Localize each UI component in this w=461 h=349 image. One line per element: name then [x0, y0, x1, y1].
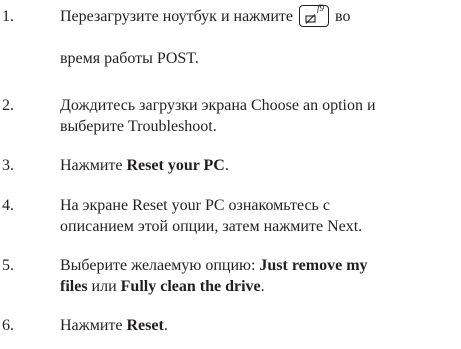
step-number: 1. [2, 8, 14, 25]
step-number: 4. [2, 197, 14, 214]
hard-drive-recovery-icon [305, 13, 316, 24]
step-number: 5. [2, 257, 14, 274]
step-text: Перезагрузите ноутбук и нажмите f9 во вре… [60, 2, 455, 69]
step-number: 6. [2, 317, 14, 334]
step-text: Выберите желаемую опцию: Just remove my … [60, 257, 368, 295]
step-text: На экране Reset your PC ознакомьтесь с о… [60, 197, 363, 235]
step-1-line-1: Перезагрузите ноутбук и нажмите f9 во [60, 2, 455, 27]
step-number: 2. [2, 97, 14, 114]
step-text: Нажмите Reset your PC. [60, 157, 229, 174]
step-text: Нажмите Reset. [60, 317, 168, 334]
key-label: f9 [317, 2, 325, 13]
instruction-list: 1. Перезагрузите ноутбук и нажмите f9 во … [0, 0, 461, 349]
step-text: Дождитесь загрузки экрана Choose an opti… [60, 97, 376, 135]
step-1-line-2: время работы POST. [60, 50, 199, 67]
step-number: 3. [2, 157, 14, 174]
f9-key-icon: f9 [299, 2, 330, 27]
